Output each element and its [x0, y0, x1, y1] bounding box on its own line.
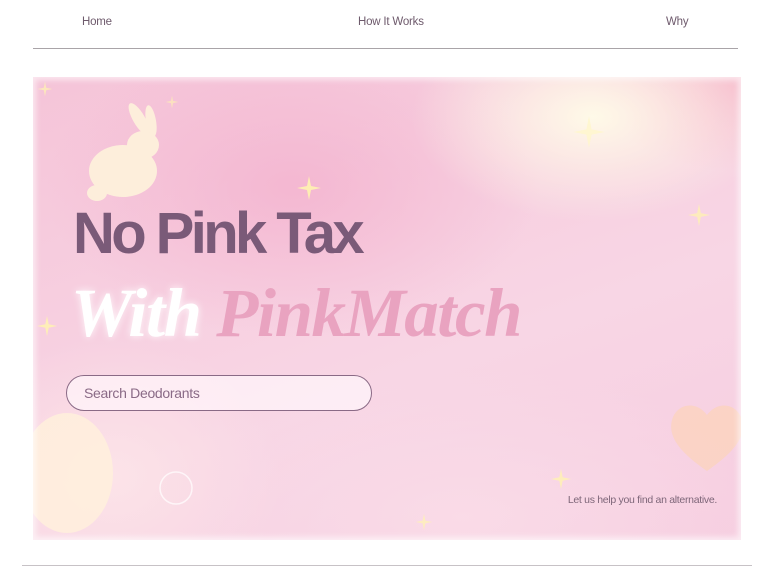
sparkle-icon — [165, 95, 179, 109]
page: Home How It Works Why No Pink Tax With P… — [0, 0, 774, 573]
sparkle-icon — [550, 468, 572, 490]
heart-icon — [671, 405, 741, 471]
top-nav: Home How It Works Why — [33, 0, 738, 48]
sparkle-icon — [36, 315, 58, 337]
footer-divider — [22, 565, 752, 566]
sparkle-icon — [573, 116, 605, 148]
bunny-icon — [87, 103, 159, 201]
sparkle-icon — [37, 81, 53, 97]
sparkle-icon — [415, 513, 433, 531]
headline-with-word: With — [71, 275, 202, 351]
hero-banner: No Pink Tax With PinkMatch Let us help y… — [33, 77, 741, 540]
bubble-icon — [33, 413, 113, 533]
nav-link-home[interactable]: Home — [82, 16, 112, 28]
sparkle-icon — [297, 176, 321, 200]
nav-link-how-it-works[interactable]: How It Works — [358, 16, 424, 28]
brand-name: PinkMatch — [216, 275, 522, 351]
nav-divider — [33, 48, 738, 49]
search-input[interactable] — [84, 376, 354, 410]
headline-no-pink-tax: No Pink Tax — [73, 201, 365, 266]
sparkle-icon — [687, 203, 711, 227]
bubble-icon — [159, 471, 193, 505]
search-bar[interactable] — [66, 375, 372, 411]
nav-link-why[interactable]: Why — [666, 16, 689, 28]
tagline: Let us help you find an alternative. — [567, 494, 717, 506]
headline-with-pinkmatch: With PinkMatch — [71, 279, 522, 348]
